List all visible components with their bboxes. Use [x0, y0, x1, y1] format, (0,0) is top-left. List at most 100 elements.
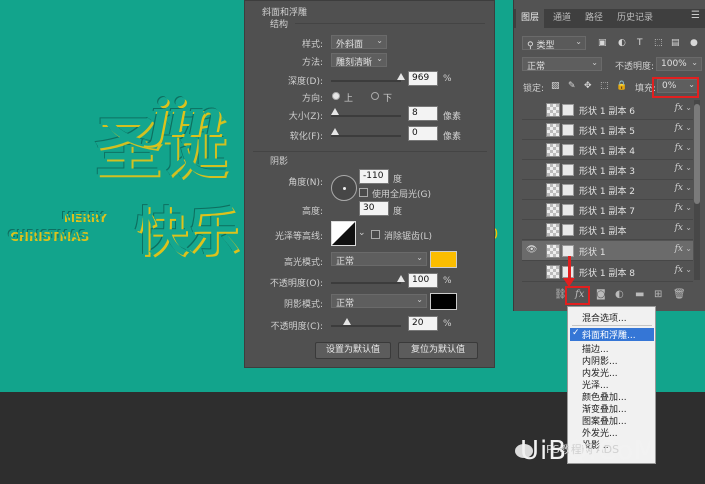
opacity-input[interactable]: 100% ⌄	[656, 57, 702, 71]
shadow-opacity-thumb[interactable]	[343, 318, 351, 325]
shadow-opacity-slider[interactable]	[331, 325, 401, 327]
visibility-toggle[interactable]	[526, 184, 536, 194]
lock-image-icon[interactable]: ✎	[568, 81, 576, 91]
layer-row[interactable]: 形状 1 副本 2 fx ⌄	[522, 180, 693, 200]
lock-transparency-icon[interactable]: ▨	[551, 81, 560, 91]
highlight-color-swatch[interactable]	[430, 251, 457, 268]
trash-icon[interactable]: 🗑	[673, 289, 686, 300]
shape-filter-icon[interactable]: ⬚	[654, 38, 663, 48]
layer-thumbnail	[546, 163, 560, 177]
method-dropdown[interactable]: 雕刻清晰 ⌄	[331, 53, 387, 68]
fx-icon[interactable]: fx	[675, 223, 683, 233]
highlight-opacity-slider[interactable]	[331, 282, 401, 284]
lock-position-icon[interactable]: ✥	[584, 81, 592, 91]
fx-icon[interactable]: fx	[675, 244, 683, 254]
highlight-mode-dropdown[interactable]: 正常 ⌄	[331, 252, 427, 267]
layer-row[interactable]: 形状 1 副本 5 fx ⌄	[522, 120, 693, 140]
shadow-opacity-input[interactable]: 20	[408, 316, 438, 331]
layer-thumbnail	[546, 244, 560, 258]
visibility-toggle[interactable]	[526, 204, 536, 214]
adjustment-layer-icon[interactable]: ◐	[615, 289, 624, 300]
adjustment-filter-icon[interactable]: ◐	[618, 38, 626, 48]
angle-dial[interactable]	[331, 175, 357, 201]
layers-scrollbar[interactable]	[694, 100, 700, 280]
reset-default-button[interactable]: 复位为默认值	[398, 342, 478, 359]
antialias-checkbox[interactable]	[371, 230, 380, 239]
layer-thumbnail	[546, 265, 560, 279]
layer-row[interactable]: 形状 1 副本 3 fx ⌄	[522, 160, 693, 180]
tab-channels[interactable]: 通道	[548, 9, 576, 28]
chevron-down-icon[interactable]: ⌄	[685, 183, 692, 192]
soften-input[interactable]: 0	[408, 126, 438, 141]
new-layer-icon[interactable]: ⊞	[654, 289, 662, 300]
shadow-color-swatch[interactable]	[430, 293, 457, 310]
soften-slider[interactable]	[331, 135, 401, 137]
chevron-down-icon[interactable]: ⌄	[685, 123, 692, 132]
menu-item-blending-options[interactable]: 混合选项...	[582, 311, 627, 324]
panel-menu-icon[interactable]: ☰	[691, 10, 700, 21]
fx-icon[interactable]: fx	[675, 163, 683, 173]
chevron-down-icon[interactable]: ⌄	[685, 143, 692, 152]
filter-toggle-icon[interactable]: ●	[690, 38, 698, 48]
merry-text: MERRY	[62, 210, 105, 223]
tab-paths[interactable]: 路径	[580, 9, 608, 28]
chevron-down-icon[interactable]: ⌄	[685, 163, 692, 172]
direction-up-radio[interactable]	[332, 92, 340, 100]
lock-all-icon[interactable]: 🔒	[616, 81, 627, 91]
fx-icon[interactable]: fx	[675, 123, 683, 133]
visibility-toggle[interactable]	[526, 104, 536, 114]
layer-row-selected[interactable]: 👁 形状 1 fx ⌄	[522, 241, 693, 261]
depth-slider[interactable]	[331, 80, 401, 82]
scrollbar-thumb[interactable]	[694, 104, 700, 204]
filter-type-dropdown[interactable]: ⚲ 类型 ⌄	[522, 36, 586, 51]
shadow-mode-dropdown[interactable]: 正常 ⌄	[331, 294, 427, 309]
style-dropdown[interactable]: 外斜面 ⌄	[331, 35, 387, 50]
chevron-down-icon[interactable]: ⌄	[685, 203, 692, 212]
layer-row[interactable]: 形状 1 副本 4 fx ⌄	[522, 140, 693, 160]
size-input[interactable]: 8	[408, 106, 438, 121]
layer-row[interactable]: 形状 1 副本 7 fx ⌄	[522, 200, 693, 220]
layer-row[interactable]: 形状 1 副本 8 fx ⌄	[522, 262, 693, 282]
highlight-opacity-thumb[interactable]	[397, 275, 405, 282]
chevron-down-icon[interactable]: ⌄	[685, 244, 692, 253]
chevron-down-icon[interactable]: ⌄	[685, 103, 692, 112]
type-filter-icon[interactable]: T	[637, 38, 643, 48]
fx-icon[interactable]: fx	[675, 103, 683, 113]
set-default-button[interactable]: 设置为默认值	[315, 342, 391, 359]
eye-icon[interactable]: 👁	[526, 245, 537, 255]
altitude-input[interactable]: 30	[359, 201, 389, 216]
smart-object-filter-icon[interactable]: ▤	[671, 38, 680, 48]
chevron-down-icon[interactable]: ⌄	[685, 265, 692, 274]
fx-icon[interactable]: fx	[675, 183, 683, 193]
angle-input[interactable]: -110	[359, 169, 389, 184]
contour-chevron-icon[interactable]: ⌄	[358, 228, 366, 238]
new-group-icon[interactable]: ▬	[635, 289, 644, 300]
visibility-toggle[interactable]	[526, 144, 536, 154]
blend-mode-dropdown[interactable]: 正常 ⌄	[522, 57, 602, 72]
direction-down-radio[interactable]	[371, 92, 379, 100]
lock-artboard-icon[interactable]: ⬚	[600, 81, 609, 91]
add-mask-icon[interactable]: ◙	[596, 289, 606, 300]
tab-layers[interactable]: 图层	[516, 9, 545, 28]
visibility-toggle[interactable]	[526, 164, 536, 174]
size-slider-thumb[interactable]	[331, 108, 339, 115]
size-slider[interactable]	[331, 115, 401, 117]
fx-icon[interactable]: fx	[675, 203, 683, 213]
visibility-toggle[interactable]	[526, 266, 536, 276]
chevron-down-icon[interactable]: ⌄	[685, 223, 692, 232]
visibility-toggle[interactable]	[526, 224, 536, 234]
soften-slider-thumb[interactable]	[331, 128, 339, 135]
visibility-toggle[interactable]	[526, 124, 536, 134]
layer-row[interactable]: 形状 1 副本 fx ⌄	[522, 220, 693, 240]
depth-input[interactable]: 969	[408, 71, 438, 86]
depth-slider-thumb[interactable]	[397, 73, 405, 80]
pixel-filter-icon[interactable]: ▣	[598, 38, 607, 48]
fx-icon[interactable]: fx	[675, 265, 683, 275]
global-light-checkbox[interactable]	[359, 188, 368, 197]
layer-row[interactable]: 形状 1 副本 6 fx ⌄	[522, 100, 693, 120]
gloss-contour-preview[interactable]	[331, 221, 356, 246]
highlight-opacity-input[interactable]: 100	[408, 273, 438, 288]
menu-item-bevel-emboss[interactable]: ✓ 斜面和浮雕...	[570, 328, 654, 341]
fx-icon[interactable]: fx	[675, 143, 683, 153]
tab-history[interactable]: 历史记录	[612, 9, 658, 28]
